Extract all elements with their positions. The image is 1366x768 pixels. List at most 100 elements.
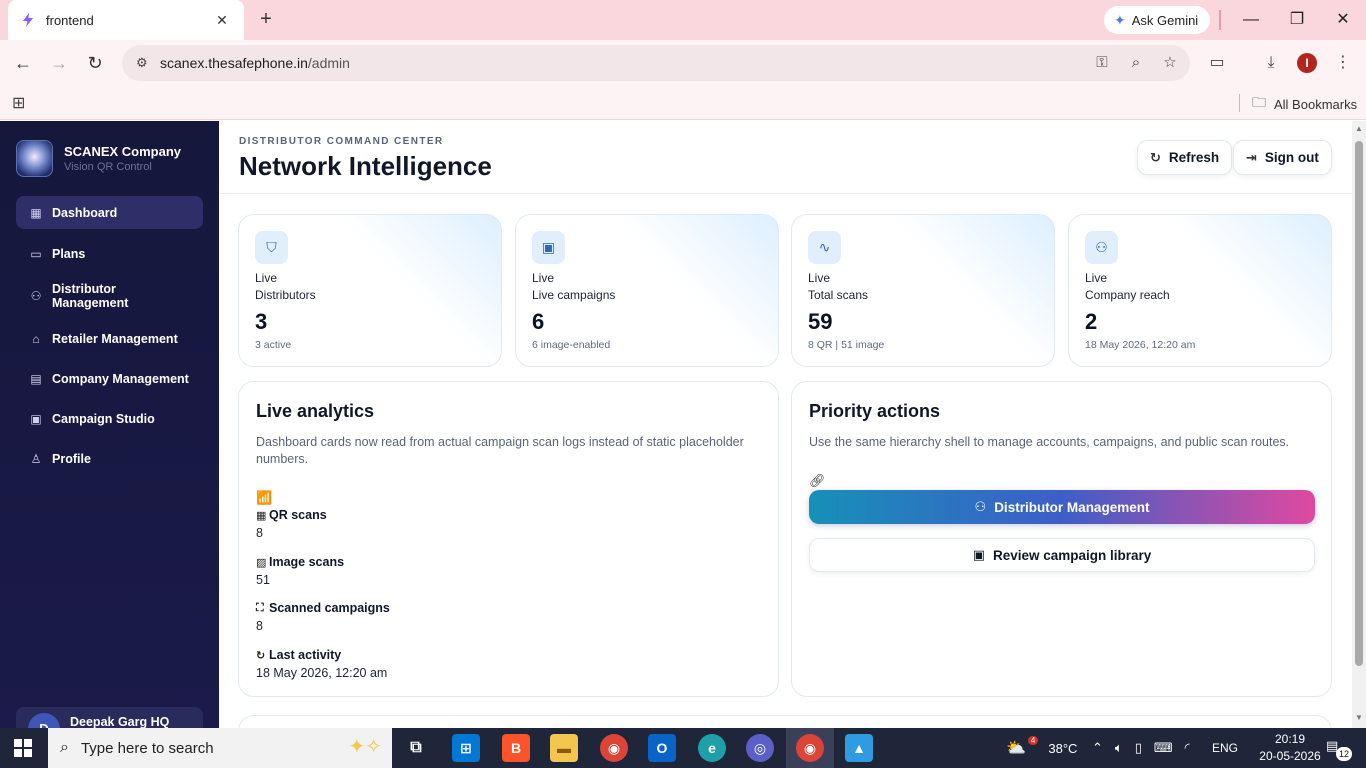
edge-icon[interactable]: e [698,734,726,762]
bookmarks-bar: ⊞ 🗀 All Bookmarks [0,86,1366,120]
windows-start-icon[interactable] [14,739,32,757]
stat-card-total-scans: ∿ Live Total scans 59 8 QR | 51 image [791,214,1055,367]
metric-value: 8 [256,526,263,540]
button-label: Distributor Management [994,499,1150,515]
scan-icon: ⛶ [256,601,264,614]
sidebar-item-profile[interactable]: ♙ Profile [16,442,203,475]
stat-label: Total scans [808,288,869,302]
menu-icon[interactable]: ⋮ [1332,52,1354,74]
page-scrollbar[interactable]: ▲ ▼ [1352,121,1366,728]
metric-value: 51 [256,573,270,587]
language-indicator[interactable]: ENG [1212,728,1238,768]
new-tab-button[interactable]: + [254,8,278,32]
stat-value: 59 [808,309,833,334]
stat-card-distributors: ⛉ Live Distributors 3 3 active [238,214,502,367]
download-icon[interactable]: ⤓ [1260,52,1282,74]
scroll-up-icon[interactable]: ▲ [1355,124,1363,133]
battery-icon[interactable]: ▯ [1135,740,1142,756]
button-label: Review campaign library [992,547,1152,563]
apps-grid-icon[interactable]: ⊞ [12,93,25,113]
sidebar-nav: ▦ Dashboard ▭ Plans ⚇ Distributor Manage… [16,196,203,475]
stat-sub: 18 May 2026, 12:20 am [1085,339,1196,351]
all-bookmarks-button[interactable]: 🗀 All Bookmarks [1252,92,1357,116]
taskbar: ⌕ Type here to search ✦✧ ⧉ ⊞ B ▬ ◉ O e ◎… [0,728,1366,768]
password-key-icon[interactable]: ⚿ [1092,53,1112,73]
users-icon: ⚇ [974,499,987,514]
sign-out-button[interactable]: ⇥ Sign out [1233,140,1332,175]
sidebar-item-distributor-management[interactable]: ⚇ Distributor Management [16,276,203,316]
ask-gemini-button[interactable]: ✦ Ask Gemini [1104,6,1210,34]
panel-description: Dashboard cards now read from actual cam… [256,435,744,466]
close-tab-icon[interactable]: ✕ [212,12,232,29]
sidebar-item-label: Retailer Management [52,331,178,346]
brave-icon[interactable]: B [502,734,530,762]
stat-sub: 3 active [255,339,292,351]
wifi-icon[interactable]: ◜ [1185,740,1190,756]
outlook-icon[interactable]: O [648,734,676,762]
cast-icon[interactable]: ▭ [1206,52,1228,74]
stat-card-company-reach: ⚇ Live Company reach 2 18 May 2026, 12:2… [1068,214,1332,367]
profile-avatar[interactable]: I [1297,53,1317,73]
taskbar-search[interactable]: ⌕ Type here to search ✦✧ [48,728,392,768]
refresh-button[interactable]: ↻ Refresh [1137,140,1232,175]
activity-icon: ∿ [808,231,841,264]
bookmark-star-icon[interactable]: ☆ [1160,53,1180,73]
file-explorer-icon[interactable]: ▬ [550,734,578,762]
reload-icon[interactable]: ↻ [82,50,108,76]
scroll-thumb[interactable] [1355,141,1363,666]
stat-sub: 8 QR | 51 image [808,339,885,351]
close-window-icon[interactable]: ✕ [1331,8,1355,32]
system-tray: ⌃ 🔈︎ ▯ ⌨ ◜ [1092,728,1190,768]
distributor-management-button[interactable]: ⚇ Distributor Management [809,490,1315,524]
sidebar-item-campaign-studio[interactable]: ▣ Campaign Studio [16,402,203,435]
messenger-icon[interactable]: ◎ [746,734,774,762]
volume-icon[interactable]: 🔈︎ [1115,740,1123,756]
metric-value: 18 May 2026, 12:20 am [256,666,388,680]
photos-icon[interactable]: ▲ [845,734,873,762]
stat-live: Live [255,271,278,285]
dashboard-icon: ▦ [30,205,42,220]
sidebar-item-retailer-management[interactable]: ⌂ Retailer Management [16,322,203,355]
review-campaign-library-button[interactable]: ▣ Review campaign library [809,538,1315,572]
minimize-icon[interactable]: — [1239,8,1263,32]
chevron-up-icon[interactable]: ⌃ [1092,740,1103,756]
site-settings-icon[interactable]: ⚙ [136,55,152,71]
metric-scanned-campaigns: ⛶ Scanned campaigns 8 [256,601,390,633]
chrome-icon[interactable]: ◉ [600,734,628,762]
chrome-profile-icon[interactable]: ◉ [796,734,824,762]
browser-tab[interactable]: frontend ✕ [8,0,244,40]
building-icon: ▤ [30,371,42,386]
link-icon: 🔗︎ [809,473,826,488]
notification-badge: 12 [1336,747,1352,761]
sidebar-item-label: Distributor Management [52,282,129,310]
forward-icon[interactable]: → [46,50,72,76]
scroll-down-icon[interactable]: ▼ [1355,713,1363,722]
panel-description: Use the same hierarchy shell to manage a… [809,435,1290,449]
sidebar-item-dashboard[interactable]: ▦ Dashboard [16,196,203,229]
sidebar-item-label: Dashboard [52,205,118,220]
weather-icon: ⛅ [1006,740,1026,757]
address-bar[interactable]: ⚙ scanex.thesafephone.in /admin ⚿ ⌕ ☆ [122,45,1190,81]
ime-icon[interactable]: ⌨ [1154,740,1173,756]
back-icon[interactable]: ← [10,50,36,76]
page-eyebrow: DISTRIBUTOR COMMAND CENTER [239,136,444,147]
sidebar-item-company-management[interactable]: ▤ Company Management [16,362,203,395]
stat-label: Distributors [255,288,316,302]
gemini-icon: ✦ [1114,11,1126,28]
brand[interactable]: SCANEX Company Vision QR Control [16,140,181,177]
url-path: /admin [307,55,350,71]
store-app-icon[interactable]: ⊞ [452,734,480,762]
priority-actions-panel: Priority actions Use the same hierarchy … [791,381,1332,697]
search-placeholder: Type here to search [80,739,214,757]
stat-live: Live [808,271,831,285]
task-view-icon[interactable]: ⧉ [402,734,430,762]
sidebar-item-plans[interactable]: ▭ Plans [16,237,203,270]
clock[interactable]: 20:19 20-05-2026 [1258,731,1322,765]
restore-icon[interactable]: ❐ [1285,8,1309,32]
zoom-icon[interactable]: ⌕ [1126,53,1146,73]
weather-widget[interactable]: ⛅ 4 38°C [1006,728,1077,768]
metric-label: Scanned campaigns [269,601,390,615]
url-host: scanex.thesafephone.in [160,55,308,71]
stat-value: 6 [532,309,545,334]
bookmarks-divider [1239,94,1240,112]
